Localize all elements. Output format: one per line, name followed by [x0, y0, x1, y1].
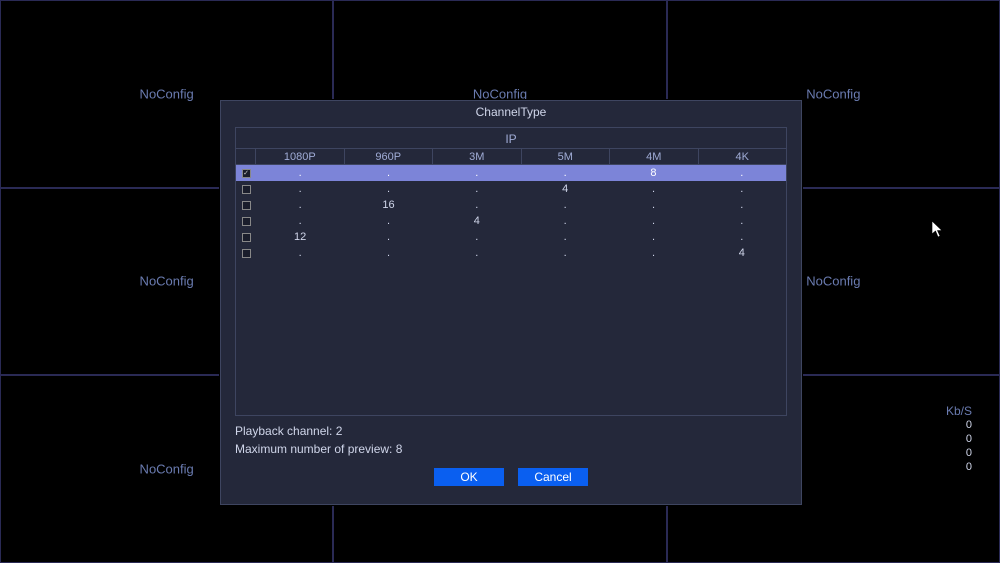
playback-channel-text: Playback channel: 2 [235, 422, 787, 440]
table-row[interactable]: ...4.. [236, 181, 786, 197]
table-cell: . [698, 181, 786, 197]
stats-value: 0 [946, 460, 972, 474]
cancel-button[interactable]: Cancel [518, 468, 588, 486]
cell-label: NoConfig [806, 274, 860, 289]
table-cell: . [521, 213, 609, 229]
column-header[interactable]: 3M [433, 149, 522, 164]
table-cell: . [256, 213, 344, 229]
ip-header: IP [236, 128, 786, 149]
max-preview-text: Maximum number of preview: 8 [235, 440, 787, 458]
column-header[interactable]: 1080P [256, 149, 345, 164]
table-row[interactable]: .16.... [236, 197, 786, 213]
table-cell: . [256, 197, 344, 213]
row-checkbox-cell[interactable] [236, 197, 256, 213]
table-cell: . [256, 245, 344, 261]
table-cell: . [609, 213, 697, 229]
table-cell: . [344, 229, 432, 245]
table-cell: . [256, 181, 344, 197]
row-checkbox[interactable] [242, 249, 251, 258]
column-header[interactable]: 4M [610, 149, 699, 164]
table-cell: 16 [344, 197, 432, 213]
table-row[interactable]: ✓....8. [236, 165, 786, 181]
checkbox-column-header [236, 149, 256, 164]
row-checkbox-cell[interactable] [236, 213, 256, 229]
row-checkbox-cell[interactable]: ✓ [236, 165, 256, 181]
table-cell: . [698, 229, 786, 245]
row-checkbox[interactable] [242, 217, 251, 226]
column-header-row: 1080P 960P 3M 5M 4M 4K [236, 149, 786, 165]
table-cell: . [521, 229, 609, 245]
table-cell: 4 [698, 245, 786, 261]
table-cell: . [609, 181, 697, 197]
cell-label: NoConfig [140, 274, 194, 289]
row-checkbox[interactable] [242, 201, 251, 210]
table-cell: 12 [256, 229, 344, 245]
table-cell: . [433, 181, 521, 197]
row-checkbox-cell[interactable] [236, 229, 256, 245]
table-cell: . [344, 245, 432, 261]
table-cell: . [433, 229, 521, 245]
stats-value: 0 [946, 446, 972, 460]
table-cell: . [521, 245, 609, 261]
row-checkbox[interactable] [242, 185, 251, 194]
column-header[interactable]: 5M [522, 149, 611, 164]
table-row[interactable]: .....4 [236, 245, 786, 261]
table-cell: . [433, 245, 521, 261]
table-cell: 4 [521, 181, 609, 197]
cell-label: NoConfig [806, 86, 860, 101]
column-header[interactable]: 960P [345, 149, 434, 164]
row-checkbox[interactable]: ✓ [242, 169, 251, 178]
table-cell: 8 [609, 165, 697, 181]
table-cell: . [344, 213, 432, 229]
table-row[interactable]: 12..... [236, 229, 786, 245]
table-cell: . [698, 165, 786, 181]
stats-value: 0 [946, 418, 972, 432]
table-cell: . [433, 165, 521, 181]
table-cell: 4 [433, 213, 521, 229]
bandwidth-stats: Kb/S 0 0 0 0 [946, 404, 972, 474]
stats-value: 0 [946, 432, 972, 446]
table-cell: . [698, 213, 786, 229]
cell-label: NoConfig [140, 86, 194, 101]
table-cell: . [609, 245, 697, 261]
table-cell: . [609, 197, 697, 213]
table-cell: . [344, 181, 432, 197]
column-header[interactable]: 4K [699, 149, 787, 164]
row-checkbox[interactable] [242, 233, 251, 242]
table-cell: . [344, 165, 432, 181]
row-checkbox-cell[interactable] [236, 245, 256, 261]
table-cell: . [698, 197, 786, 213]
table-cell: . [521, 197, 609, 213]
table-cell: . [609, 229, 697, 245]
dialog-title: ChannelType [221, 101, 801, 127]
cell-label: NoConfig [140, 462, 194, 477]
ok-button[interactable]: OK [434, 468, 504, 486]
stats-title: Kb/S [946, 404, 972, 418]
table-cell: . [256, 165, 344, 181]
channel-table: IP 1080P 960P 3M 5M 4M 4K ✓....8....4...… [235, 127, 787, 416]
row-checkbox-cell[interactable] [236, 181, 256, 197]
table-cell: . [521, 165, 609, 181]
table-row[interactable]: ..4... [236, 213, 786, 229]
table-cell: . [433, 197, 521, 213]
channel-type-dialog: ChannelType IP 1080P 960P 3M 5M 4M 4K ✓.… [220, 100, 802, 505]
